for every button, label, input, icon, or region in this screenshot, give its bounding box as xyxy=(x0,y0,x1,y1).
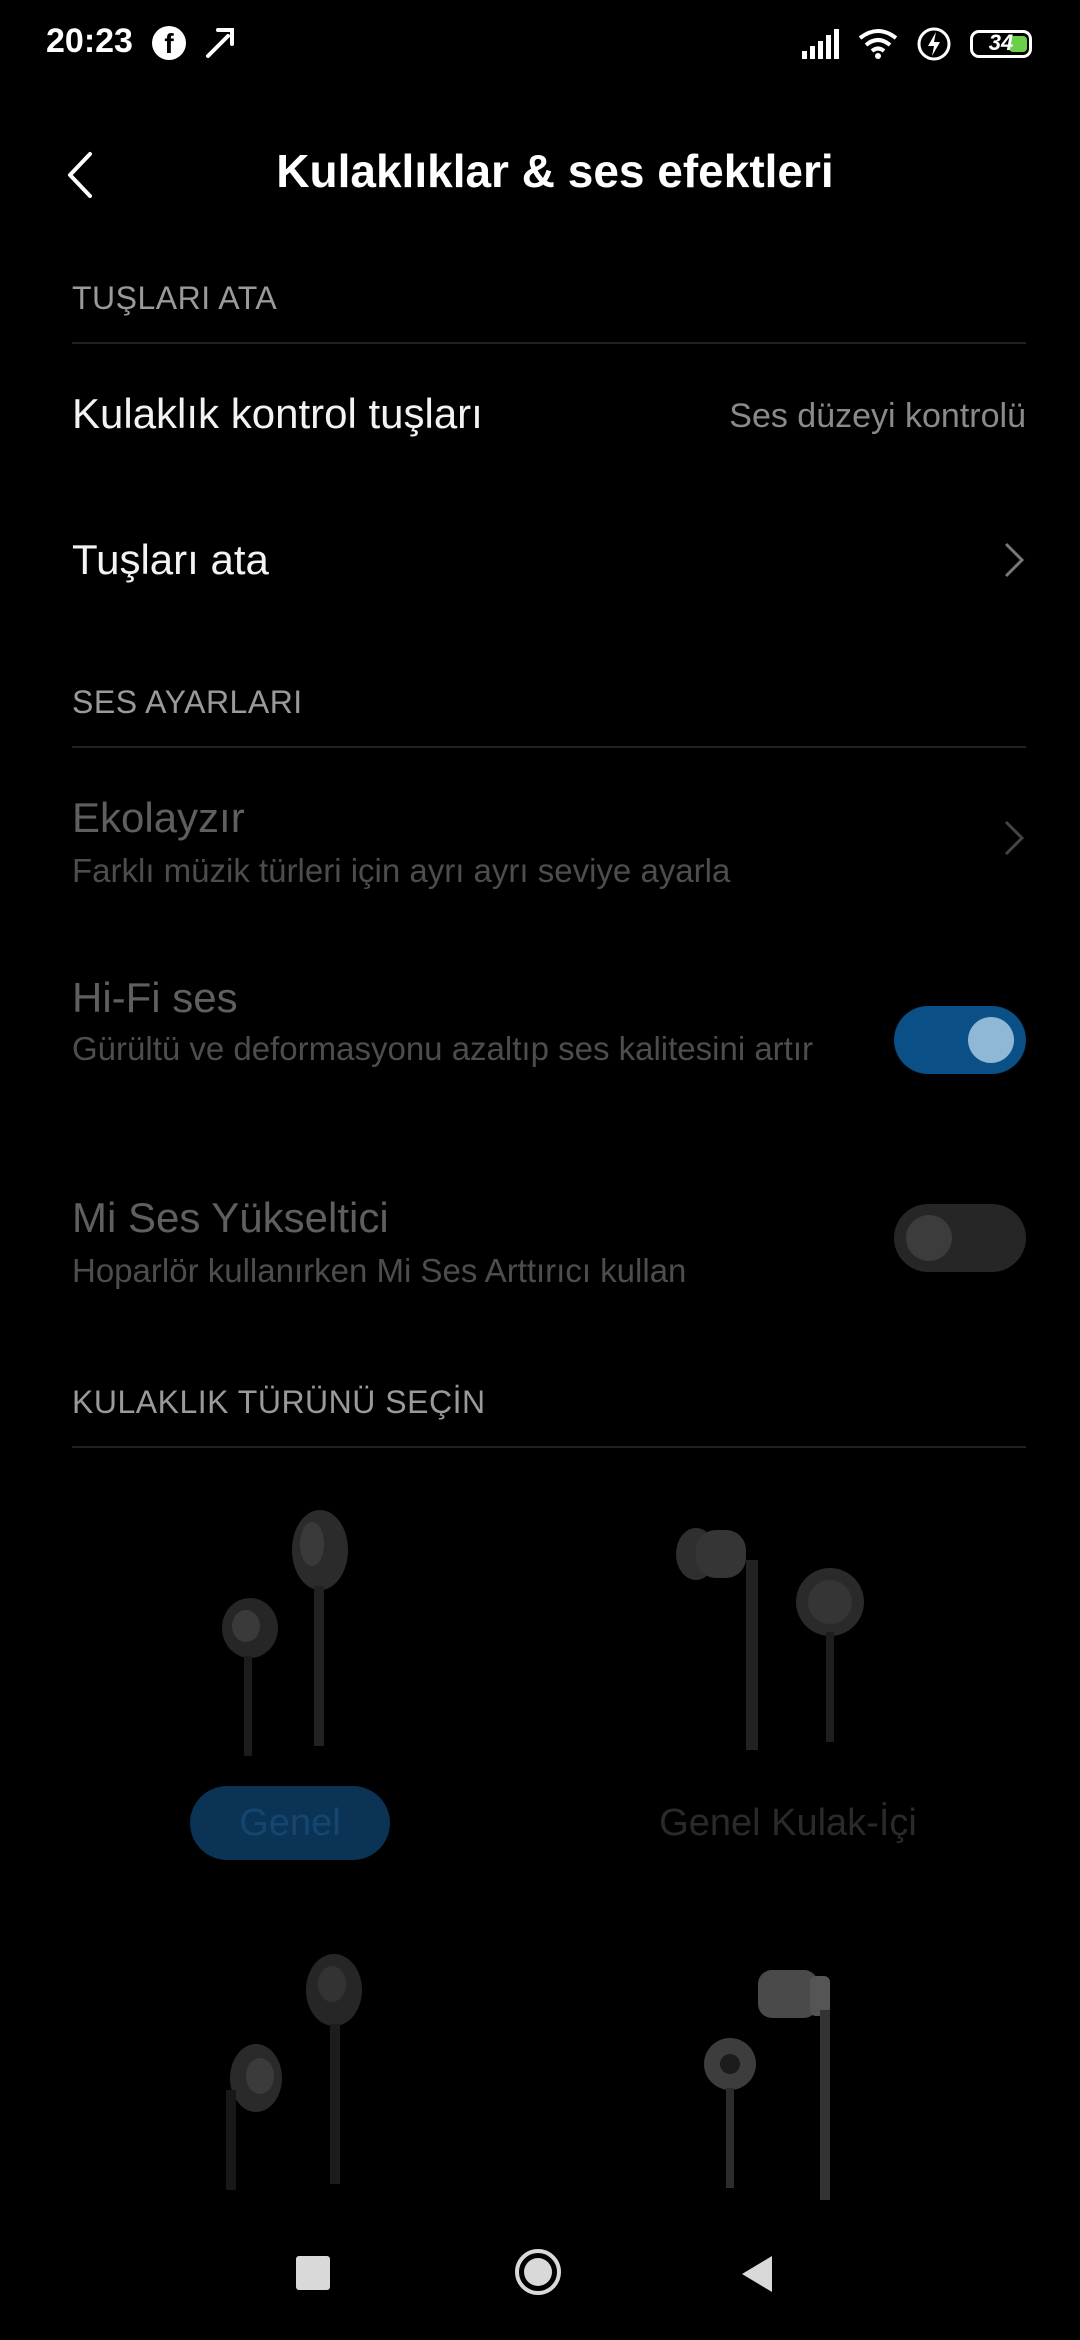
headphone-type-option-4[interactable] xyxy=(568,1950,1008,2210)
headphone-type-general[interactable]: Genel xyxy=(72,1480,512,1880)
booster-title: Mi Ses Yükseltici xyxy=(72,1194,389,1241)
type-label-in-ear: Genel Kulak-İçi xyxy=(659,1802,917,1844)
divider xyxy=(72,746,1026,748)
home-button[interactable] xyxy=(514,2248,562,2296)
assign-keys-label: Tuşları ata xyxy=(72,536,269,583)
page-title: Kulaklıklar & ses efektleri xyxy=(276,145,834,197)
section-header-headphone-type: KULAKLIK TÜRÜNÜ SEÇİN xyxy=(72,1384,486,1420)
equalizer-row[interactable]: Ekolayzır Farklı müzik türleri için ayrı… xyxy=(0,770,1080,910)
hifi-toggle[interactable] xyxy=(894,1006,1026,1074)
section-header-audio: SES AYARLARI xyxy=(72,684,303,720)
toggle-knob xyxy=(906,1215,952,1261)
in-ear-headphones-icon xyxy=(676,1528,864,1750)
battery-level: 34 xyxy=(988,30,1014,55)
chevron-right-icon xyxy=(1004,542,1025,578)
hifi-title: Hi-Fi ses xyxy=(72,974,238,1021)
wifi-icon xyxy=(858,29,898,59)
divider xyxy=(72,1446,1026,1448)
earbuds-icon xyxy=(222,1510,348,1756)
control-keys-value: Ses düzeyi kontrolü xyxy=(729,397,1026,435)
control-keys-label: Kulaklık kontrol tuşları xyxy=(72,390,483,437)
assign-keys-row[interactable]: Tuşları ata xyxy=(0,500,1080,620)
signal-icon xyxy=(802,29,839,59)
equalizer-subtitle: Farklı müzik türleri için ayrı ayrı sevi… xyxy=(72,852,731,889)
headphone-type-in-ear[interactable]: Genel Kulak-İçi xyxy=(568,1480,1008,1880)
facebook-icon: f xyxy=(152,26,186,60)
booster-subtitle: Hoparlör kullanırken Mi Ses Arttırıcı ku… xyxy=(72,1252,687,1289)
tool-icon xyxy=(206,28,234,58)
toggle-knob xyxy=(968,1017,1014,1063)
charging-icon xyxy=(917,27,951,61)
nav-back-button[interactable] xyxy=(738,2252,778,2296)
equalizer-title: Ekolayzır xyxy=(72,794,245,841)
section-header-buttons: TUŞLARI ATA xyxy=(72,280,278,316)
hifi-subtitle: Gürültü ve deformasyonu azaltıp ses kali… xyxy=(72,1030,814,1067)
booster-row[interactable]: Mi Ses Yükseltici Hoparlör kullanırken M… xyxy=(0,1180,1080,1320)
control-keys-row[interactable]: Kulaklık kontrol tuşları Ses düzeyi kont… xyxy=(0,360,1080,480)
headphone-type-option-3[interactable] xyxy=(72,1930,512,2210)
in-ear-headphones-icon xyxy=(704,1970,830,2200)
recents-button[interactable] xyxy=(296,2256,330,2290)
chevron-right-icon xyxy=(1004,820,1025,856)
status-icons: 34 xyxy=(800,24,1032,64)
divider xyxy=(72,342,1026,344)
status-time: 20:23 xyxy=(46,22,133,60)
booster-toggle[interactable] xyxy=(894,1204,1026,1272)
battery-icon: 34 xyxy=(970,30,1032,58)
hifi-row[interactable]: Hi-Fi ses Gürültü ve deformasyonu azaltı… xyxy=(0,960,1080,1130)
earbuds-icon xyxy=(226,1954,362,2190)
type-label-general: Genel xyxy=(239,1802,341,1844)
